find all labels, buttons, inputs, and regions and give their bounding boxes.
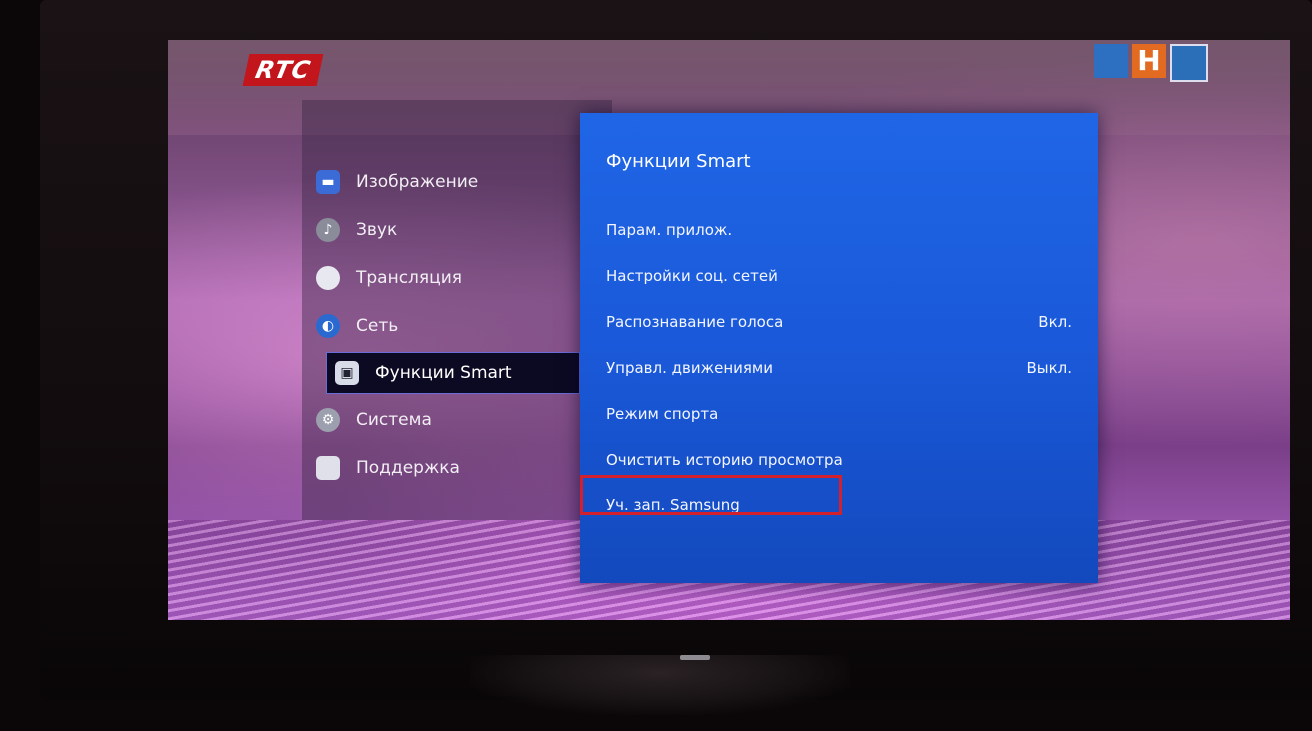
sound-icon: ♪ xyxy=(316,218,340,242)
submenu-item-label: Парам. прилож. xyxy=(606,221,733,239)
submenu-item-social-settings[interactable]: Настройки соц. сетей xyxy=(606,261,1072,291)
voice-recognition-value: Вкл. xyxy=(1038,313,1072,331)
network-logo: H ТВ xyxy=(1086,40,1246,82)
menu-item-label: Звук xyxy=(356,220,398,240)
menu-item-label: Поддержка xyxy=(356,458,460,478)
network-logo-block-left xyxy=(1094,44,1128,78)
tv-stand xyxy=(470,655,850,715)
network-logo-block-right xyxy=(1170,44,1208,82)
menu-item-sound[interactable]: ♪ Звук xyxy=(316,210,612,250)
menu-item-label: Система xyxy=(356,410,432,430)
menu-item-network[interactable]: ◐ Сеть xyxy=(316,306,612,346)
menu-item-label: Сеть xyxy=(356,316,399,336)
menu-item-label: Функции Smart xyxy=(375,363,512,383)
submenu-item-label: Настройки соц. сетей xyxy=(606,267,778,285)
menu-item-system[interactable]: ⚙ Система xyxy=(316,400,612,440)
main-settings-menu: ▬ Изображение ♪ Звук Трансляция ◐ Сеть ▣… xyxy=(302,100,612,520)
smart-icon: ▣ xyxy=(335,361,359,385)
submenu-item-label: Управл. движениями xyxy=(606,359,773,377)
submenu-item-label: Режим спорта xyxy=(606,405,719,423)
motion-control-value: Выкл. xyxy=(1026,359,1072,377)
submenu-item-motion-control[interactable]: Управл. движениями Выкл. xyxy=(606,353,1072,383)
submenu-item-sport-mode[interactable]: Режим спорта xyxy=(606,399,1072,429)
menu-item-label: Трансляция xyxy=(356,268,462,288)
panel-title: Функции Smart xyxy=(606,151,751,172)
support-icon xyxy=(316,456,340,480)
menu-item-support[interactable]: Поддержка xyxy=(316,448,612,488)
network-icon: ◐ xyxy=(316,314,340,338)
channel-logo: RTC xyxy=(242,54,324,86)
smart-functions-panel: Функции Smart Парам. прилож. Настройки с… xyxy=(580,113,1098,583)
highlight-annotation-box xyxy=(580,475,842,515)
submenu-item-clear-history[interactable]: Очистить историю просмотра xyxy=(606,445,1072,475)
menu-item-broadcast[interactable]: Трансляция xyxy=(316,258,612,298)
system-icon: ⚙ xyxy=(316,408,340,432)
menu-item-smart-functions[interactable]: ▣ Функции Smart xyxy=(326,352,580,394)
submenu-item-app-settings[interactable]: Парам. прилож. xyxy=(606,215,1072,245)
tv-screen: RTC H ТВ ▬ Изображение ♪ Звук Трансляция… xyxy=(168,40,1290,620)
menu-item-picture[interactable]: ▬ Изображение xyxy=(316,162,612,202)
picture-icon: ▬ xyxy=(316,170,340,194)
submenu-item-voice-recognition[interactable]: Распознавание голоса Вкл. xyxy=(606,307,1072,337)
network-logo-block-center: H xyxy=(1132,44,1166,78)
broadcast-icon xyxy=(316,266,340,290)
menu-item-label: Изображение xyxy=(356,172,479,192)
tv-brand-logo xyxy=(680,655,710,660)
submenu-item-label: Очистить историю просмотра xyxy=(606,451,843,469)
submenu-item-label: Распознавание голоса xyxy=(606,313,784,331)
